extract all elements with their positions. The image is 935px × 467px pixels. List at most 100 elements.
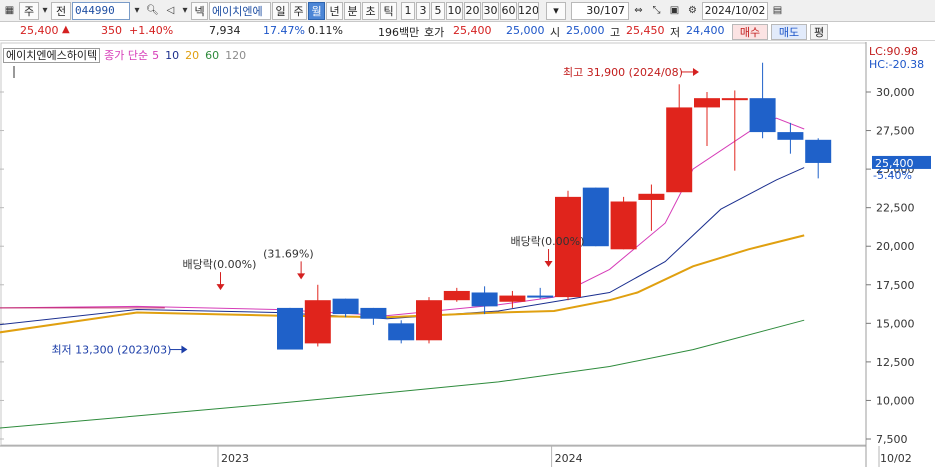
interval-buttons: 1 3 5 10 20 30 60 120 (398, 1, 540, 20)
interval-button-20[interactable]: 20 (464, 1, 481, 20)
quote-bar: 25,400 ▲ 350 +1.40% 7,934 17.47% 0.11% 1… (0, 23, 935, 41)
candle-body[interactable] (277, 307, 303, 350)
legend-ma-60[interactable]: 60 (205, 49, 219, 62)
interval-button-3[interactable]: 3 (416, 1, 430, 20)
interval-button-1[interactable]: 1 (401, 1, 415, 20)
neighbor-button[interactable]: 넥 (191, 1, 208, 20)
candle-body[interactable] (388, 323, 415, 341)
bid-label: 호가 (424, 26, 445, 39)
legend-ma-120[interactable]: 120 (225, 49, 246, 62)
chart-area[interactable]: 7,500 10,000 12,500 15,000 17,500 20,000 22,50… (0, 42, 935, 467)
candle-body[interactable] (721, 98, 748, 101)
save-icon[interactable]: ▣ (666, 2, 683, 20)
candle-body[interactable] (527, 295, 554, 298)
y-tick-label: 17,500 (876, 279, 915, 292)
candle-body[interactable] (360, 307, 387, 319)
toolbar: ▦ 주 ▾ 전 ▾ 🔍︎ ◁ ▾ 넥 에이치엔에 일주월년분초틱 1351020… (0, 0, 935, 22)
y-tick-label: 10,000 (876, 394, 915, 407)
chevron-down-icon[interactable]: ▾ (40, 2, 50, 20)
draw-tool-icon[interactable]: ⤡ (648, 2, 665, 20)
x-tick-label: 2023 (221, 452, 249, 465)
annotation-label: 배당락(0.00%) (511, 235, 585, 248)
gear-icon[interactable]: ⚙ (684, 2, 701, 20)
annotation-label: (31.69%) (263, 247, 314, 260)
open-label: 시 (550, 26, 561, 39)
y-tick-label: 12,500 (876, 356, 915, 369)
y-tick-label: 22,500 (876, 202, 915, 215)
legend-stock-name[interactable]: 에이치엔에스하이텍 (3, 47, 101, 63)
count-display[interactable]: 30/107 (571, 1, 629, 20)
annotation-label: 최고 31,900 (2024/08) (563, 66, 683, 79)
scroll-arrows-icon[interactable]: ⇔ (630, 2, 647, 20)
candle-body[interactable] (582, 187, 609, 247)
legend-ma-10[interactable]: 10 (165, 49, 179, 62)
interval-button-120[interactable]: 120 (518, 1, 539, 20)
candle-body[interactable] (304, 300, 331, 344)
interval-button-10[interactable]: 10 (446, 1, 463, 20)
bid-price: 25,400 (453, 24, 492, 37)
code-dropdown-icon[interactable]: ▾ (131, 2, 143, 20)
period-tab-1[interactable]: 주 (290, 1, 307, 20)
open-value: 25,000 (566, 24, 605, 37)
legend-ma-label: 종가 단순 (104, 49, 149, 62)
price-chart[interactable]: 7,500 10,000 12,500 15,000 17,500 20,000 22,50… (0, 42, 935, 467)
candle-body[interactable] (749, 98, 776, 133)
search-icon[interactable]: 🔍︎ (144, 2, 161, 20)
candle-body[interactable] (610, 201, 637, 250)
period-tab-3[interactable]: 년 (326, 1, 343, 20)
avg-button[interactable]: 평 (810, 24, 828, 40)
sell-button[interactable]: 매도 (771, 24, 807, 40)
buy-button[interactable]: 매수 (732, 24, 768, 40)
candle-body[interactable] (777, 132, 804, 140)
y-tick-label: 7,500 (876, 433, 908, 446)
lc-label: LC:90.98 (869, 45, 918, 58)
annotation-label: 최저 13,300 (2023/03) (51, 344, 171, 357)
interval-button-60[interactable]: 60 (500, 1, 517, 20)
candle-body[interactable] (443, 290, 470, 301)
stock-name-field[interactable]: 에이치엔에 (209, 1, 271, 20)
candle-body[interactable] (416, 300, 442, 341)
calendar-icon[interactable]: ▤ (769, 2, 786, 20)
interval-dropdown[interactable]: ▾ (546, 1, 566, 20)
y-tick-label: 30,000 (876, 86, 915, 99)
plot-frame (0, 42, 867, 446)
candle-body[interactable] (666, 107, 693, 193)
annotation-label: 배당락(0.00%) (183, 258, 257, 271)
legend-periods: 5 10 20 60 120 (152, 49, 252, 62)
change-value: 350 (101, 24, 122, 37)
period-tab-0[interactable]: 일 (272, 1, 289, 20)
ask-price: 25,000 (506, 24, 545, 37)
period-tab-2[interactable]: 월 (308, 1, 325, 20)
speaker-icon[interactable]: ◁ (162, 2, 179, 20)
high-value: 25,450 (626, 24, 665, 37)
y-tick-label: 15,000 (876, 317, 915, 330)
ratio-pct: 0.11% (308, 24, 343, 37)
candle-body[interactable] (332, 298, 359, 315)
price-value: 25,400 (20, 24, 59, 37)
candle-body[interactable] (638, 193, 665, 200)
x-tick-label: 10/02 (880, 452, 912, 465)
market-select[interactable]: 주 (19, 1, 39, 20)
stock-code-input[interactable] (72, 1, 130, 20)
grid-icon[interactable]: ▦ (1, 2, 18, 20)
interval-button-5[interactable]: 5 (431, 1, 445, 20)
period-tab-5[interactable]: 초 (362, 1, 379, 20)
candle-body[interactable] (471, 292, 498, 307)
legend-ma-5[interactable]: 5 (152, 49, 159, 62)
candle-body[interactable] (694, 98, 720, 108)
candle-body[interactable] (499, 295, 526, 302)
low-label: 저 (670, 26, 681, 39)
legend-ma-20[interactable]: 20 (185, 49, 199, 62)
date-field[interactable]: 2024/10/02 (702, 1, 768, 20)
period-tab-6[interactable]: 틱 (380, 1, 397, 20)
current-pct-text: -5.40% (873, 169, 912, 182)
candle-body[interactable] (805, 139, 832, 163)
period-tab-4[interactable]: 분 (344, 1, 361, 20)
chart-type-select[interactable]: 전 (51, 1, 71, 20)
y-tick-label: 20,000 (876, 240, 915, 253)
speaker-dropdown-icon[interactable]: ▾ (180, 2, 190, 20)
interval-button-30[interactable]: 30 (482, 1, 499, 20)
y-tick-label: 27,500 (876, 125, 915, 138)
low-value: 24,400 (686, 24, 725, 37)
change-pct: +1.40% (129, 24, 174, 37)
